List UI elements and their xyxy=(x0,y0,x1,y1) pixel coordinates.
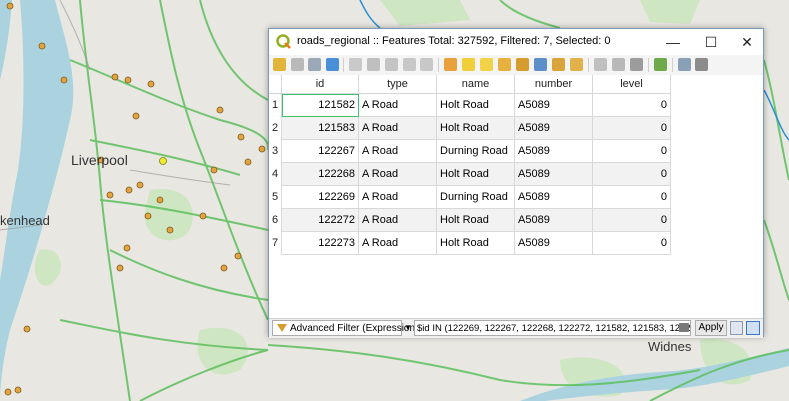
multi-edit-icon[interactable] xyxy=(291,58,304,71)
map-label-birkenhead: kenhead xyxy=(0,213,50,228)
expression-builder-icon[interactable] xyxy=(730,321,743,335)
filter-bar: Advanced Filter (Expression) ▼ $id IN (1… xyxy=(269,318,763,338)
field-calculator-icon[interactable] xyxy=(630,58,643,71)
attribute-table-window: roads_regional :: Features Total: 327592… xyxy=(268,28,764,338)
map-label-liverpool: Liverpool xyxy=(71,152,128,168)
filter-mode-dropdown-arrow[interactable]: ▼ xyxy=(403,320,413,336)
map-label-widnes: Widnes xyxy=(648,339,692,354)
add-feature-icon[interactable] xyxy=(349,58,362,71)
table-cell-name[interactable]: Durning Road xyxy=(437,186,515,209)
table-cell-type[interactable]: A Road xyxy=(359,186,437,209)
table-cell-number[interactable]: A5089 xyxy=(515,209,593,232)
table-cell-number[interactable]: A5089 xyxy=(515,163,593,186)
table-cell-number[interactable]: A5089 xyxy=(515,117,593,140)
table-cell-level[interactable]: 0 xyxy=(593,209,671,232)
table-cell-name[interactable]: Holt Road xyxy=(437,163,515,186)
toolbar-separator xyxy=(343,58,344,72)
delete-field-icon[interactable] xyxy=(612,58,625,71)
copy-icon[interactable] xyxy=(403,58,416,71)
zoom-to-selected-icon[interactable] xyxy=(570,58,583,71)
filter-select-icon[interactable] xyxy=(516,58,529,71)
table-cell-id[interactable]: 121582 xyxy=(282,94,359,117)
table-cell-name[interactable]: Durning Road xyxy=(437,140,515,163)
save-edits-icon[interactable] xyxy=(308,58,321,71)
column-header-id[interactable]: id xyxy=(282,75,359,94)
table-cell-id[interactable]: 122272 xyxy=(282,209,359,232)
conditional-formatting-icon[interactable] xyxy=(654,58,667,71)
table-cell-name[interactable]: Holt Road xyxy=(437,94,515,117)
filter-expression-input[interactable]: $id IN (122269, 122267, 122268, 122272, … xyxy=(414,320,691,336)
deselect-all-icon[interactable] xyxy=(498,58,511,71)
table-cell-level[interactable]: 0 xyxy=(593,232,671,255)
minimize-button[interactable]: — xyxy=(655,29,691,55)
invert-selection-icon[interactable] xyxy=(480,58,493,71)
row-header[interactable]: 3 xyxy=(269,140,282,163)
row-header[interactable]: 1 xyxy=(269,94,282,117)
column-header-number[interactable]: number xyxy=(515,75,593,94)
delete-feature-icon[interactable] xyxy=(367,58,380,71)
table-cell-level[interactable]: 0 xyxy=(593,94,671,117)
table-cell-level[interactable]: 0 xyxy=(593,140,671,163)
filter-mode-label: Advanced Filter (Expression) xyxy=(290,323,419,334)
maximize-button[interactable]: ☐ xyxy=(693,29,729,55)
row-header[interactable]: 4 xyxy=(269,163,282,186)
table-cell-name[interactable]: Holt Road xyxy=(437,117,515,140)
table-cell-id[interactable]: 122268 xyxy=(282,163,359,186)
toolbar-separator xyxy=(438,58,439,72)
row-header[interactable]: 7 xyxy=(269,232,282,255)
toolbar-separator xyxy=(672,58,673,72)
pan-to-selected-icon[interactable] xyxy=(552,58,565,71)
row-header[interactable]: 2 xyxy=(269,117,282,140)
table-cell-id[interactable]: 122273 xyxy=(282,232,359,255)
toolbar-separator xyxy=(588,58,589,72)
toggle-editing-icon[interactable] xyxy=(273,58,286,71)
filter-funnel-icon xyxy=(277,324,287,333)
table-cell-level[interactable]: 0 xyxy=(593,186,671,209)
table-cell-type[interactable]: A Road xyxy=(359,163,437,186)
cut-icon[interactable] xyxy=(385,58,398,71)
table-cell-type[interactable]: A Road xyxy=(359,232,437,255)
table-cell-number[interactable]: A5089 xyxy=(515,140,593,163)
table-cell-type[interactable]: A Road xyxy=(359,209,437,232)
qgis-logo-icon xyxy=(276,34,291,49)
corner-header[interactable] xyxy=(269,75,282,94)
table-cell-level[interactable]: 0 xyxy=(593,163,671,186)
table-cell-type[interactable]: A Road xyxy=(359,140,437,163)
column-header-name[interactable]: name xyxy=(437,75,515,94)
table-cell-name[interactable]: Holt Road xyxy=(437,232,515,255)
filter-mode-button[interactable]: Advanced Filter (Expression) xyxy=(272,320,418,336)
toolbar-separator xyxy=(648,58,649,72)
actions-icon[interactable] xyxy=(695,58,708,71)
dock-table-icon[interactable] xyxy=(678,58,691,71)
table-cell-number[interactable]: A5089 xyxy=(515,232,593,255)
table-cell-id[interactable]: 122269 xyxy=(282,186,359,209)
table-cell-level[interactable]: 0 xyxy=(593,117,671,140)
select-all-icon[interactable] xyxy=(462,58,475,71)
row-header[interactable]: 5 xyxy=(269,186,282,209)
new-field-icon[interactable] xyxy=(594,58,607,71)
table-cell-number[interactable]: A5089 xyxy=(515,186,593,209)
close-button[interactable]: ✕ xyxy=(729,29,765,55)
window-title: roads_regional :: Features Total: 327592… xyxy=(297,35,611,47)
table-cell-number[interactable]: A5089 xyxy=(515,94,593,117)
reload-icon[interactable] xyxy=(326,58,339,71)
column-header-type[interactable]: type xyxy=(359,75,437,94)
table-cell-id[interactable]: 121583 xyxy=(282,117,359,140)
clear-expression-icon[interactable] xyxy=(679,323,689,332)
table-view-icon[interactable] xyxy=(746,321,760,335)
toolbar xyxy=(269,55,763,76)
attribute-table-grid[interactable]: id type name number level 1 121582 A Roa… xyxy=(269,75,763,318)
table-cell-type[interactable]: A Road xyxy=(359,117,437,140)
row-header[interactable]: 6 xyxy=(269,209,282,232)
table-cell-type[interactable]: A Road xyxy=(359,94,437,117)
table-cell-id[interactable]: 122267 xyxy=(282,140,359,163)
paste-icon[interactable] xyxy=(420,58,433,71)
move-selection-to-top-icon[interactable] xyxy=(534,58,547,71)
table-cell-name[interactable]: Holt Road xyxy=(437,209,515,232)
select-by-expression-icon[interactable] xyxy=(444,58,457,71)
title-bar[interactable]: roads_regional :: Features Total: 327592… xyxy=(269,29,763,55)
column-header-level[interactable]: level xyxy=(593,75,671,94)
apply-button[interactable]: Apply xyxy=(695,320,727,336)
